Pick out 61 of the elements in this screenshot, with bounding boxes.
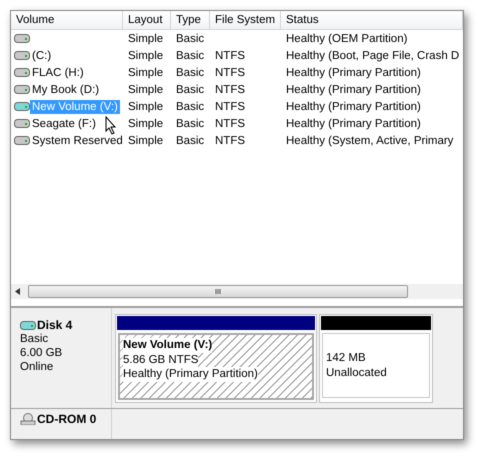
table-cell-text: NTFS: [214, 134, 246, 146]
drive-label[interactable]: My Book (D:): [30, 82, 102, 96]
drive-icon: [14, 68, 30, 77]
drive-label[interactable]: (C:): [30, 48, 54, 62]
table-cell-text: Simple: [127, 134, 164, 146]
table-cell-text: Basic: [175, 50, 206, 62]
drive-icon: [14, 136, 30, 145]
table-cell-text: NTFS: [214, 118, 246, 130]
disk-state: Online: [20, 360, 54, 374]
disk-name: Disk 4: [20, 318, 111, 332]
table-cell-text: Healthy (Boot, Page File, Crash D: [285, 50, 460, 62]
table-cell-text: NTFS: [214, 84, 246, 96]
table-cell-text: Simple: [127, 84, 164, 96]
table-cell-text: Basic: [175, 32, 206, 44]
table-cell-text: Healthy (OEM Partition): [285, 32, 408, 44]
table-cell-text: NTFS: [214, 66, 246, 78]
column-header[interactable]: File System: [210, 11, 281, 29]
drive-label[interactable]: System Reserved: [30, 134, 125, 148]
disk-name: CD-ROM 0: [20, 412, 111, 426]
partition-title: New Volume (V:): [123, 338, 212, 352]
partition-status: Unallocated: [326, 366, 387, 380]
partition-size: 5.86 GB NTFS: [123, 352, 198, 367]
disk-type: Basic: [20, 332, 50, 346]
column-header[interactable]: Layout: [123, 11, 171, 29]
drive-icon: [14, 85, 30, 94]
mouse-cursor-icon: [105, 116, 117, 135]
table-cell-text: Basic: [175, 118, 206, 130]
table-cell-text: Healthy (Primary Partition): [285, 100, 422, 112]
drive-icon: [14, 119, 30, 128]
drive-label[interactable]: Seagate (F:): [30, 116, 98, 130]
table-cell-text: NTFS: [214, 50, 246, 62]
table-cell-text: Healthy (Primary Partition): [285, 118, 422, 130]
drive-icon: [14, 102, 30, 111]
table-cell-text: Basic: [175, 134, 206, 146]
disk-size: 6.00 GB: [20, 346, 64, 360]
partition-block[interactable]: 142 MB Unallocated: [319, 314, 433, 403]
table-cell-text: Simple: [127, 118, 164, 130]
partition-status: Healthy (Primary Partition): [123, 367, 258, 382]
table-cell-text: Basic: [175, 84, 206, 96]
table-cell-text: Healthy (Primary Partition): [285, 84, 422, 96]
table-cell-text: Simple: [127, 100, 164, 112]
table-cell-text: Healthy (System, Active, Primary: [285, 134, 454, 146]
drive-icon: [20, 320, 36, 330]
drive-icon: [14, 51, 30, 60]
column-header[interactable]: Type: [171, 11, 210, 29]
table-cell-text: NTFS: [214, 100, 246, 112]
table-cell-text: Healthy (Primary Partition): [285, 66, 422, 78]
partition-block[interactable]: New Volume (V:) 5.86 GB NTFS Healthy (Primary Partition): [115, 314, 317, 403]
drive-label[interactable]: FLAC (H:): [30, 66, 86, 80]
column-header[interactable]: Status: [281, 11, 463, 29]
drive-icon: [14, 34, 30, 43]
table-cell-text: Basic: [175, 66, 206, 78]
table-cell-text: Simple: [127, 32, 164, 44]
table-cell-text: Simple: [127, 66, 164, 78]
scrollbar-thumb[interactable]: [28, 285, 408, 298]
table-cell-text: Basic: [175, 100, 206, 112]
scroll-left-icon[interactable]: [15, 288, 20, 295]
partition-size: 142 MB: [326, 351, 366, 366]
column-header[interactable]: Volume: [11, 11, 123, 29]
table-cell-text: Simple: [127, 50, 164, 62]
cd-drive-icon: [20, 413, 36, 425]
